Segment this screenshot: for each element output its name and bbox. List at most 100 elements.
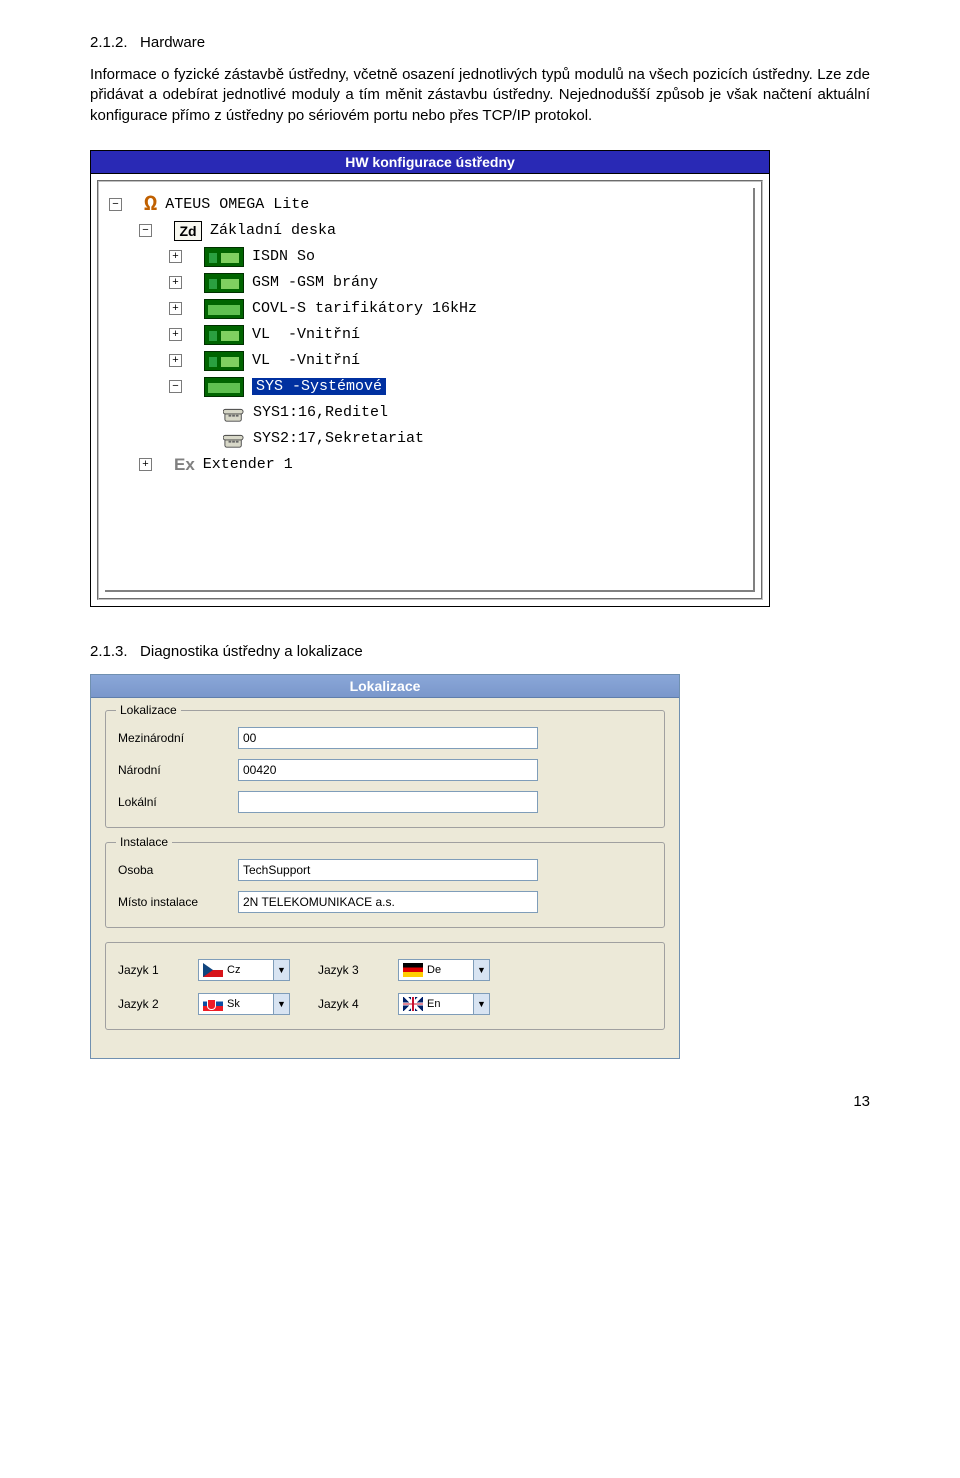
tree-row-module[interactable]: + COVL-S tarifikátory 16kHz (109, 296, 753, 322)
pcb-icon (204, 299, 244, 319)
form-row: Národní (118, 759, 652, 781)
window-body: − Ω ATEUS OMEGA Lite − Zd Základní deska… (97, 180, 763, 600)
tree-label: SYS2:17,Sekretariat (253, 430, 424, 447)
lang-item: Jazyk 2 Sk ▼ (118, 993, 290, 1015)
tree-row-root[interactable]: − Ω ATEUS OMEGA Lite (109, 192, 753, 218)
hw-tree: − Ω ATEUS OMEGA Lite − Zd Základní deska… (107, 192, 753, 478)
body-paragraph: Informace o fyzické zástavbě ústředny, v… (90, 65, 870, 126)
expand-icon[interactable]: + (169, 302, 182, 315)
field-label: Jazyk 2 (118, 997, 198, 1011)
window-title: HW konfigurace ústředny (91, 151, 769, 174)
tree-row-module[interactable]: + VL -Vnitřní (109, 322, 753, 348)
field-label: Lokální (118, 795, 238, 809)
pcb-icon (204, 247, 244, 267)
flag-icon (203, 997, 223, 1011)
language-select-3[interactable]: De ▼ (398, 959, 490, 981)
field-label: Jazyk 1 (118, 963, 198, 977)
field-label: Jazyk 3 (318, 963, 398, 977)
lang-code: En (427, 998, 473, 1010)
lang-code: De (427, 964, 473, 976)
tree-row-module[interactable]: + ISDN So (109, 244, 753, 270)
omega-icon: Ω (144, 192, 157, 217)
person-input[interactable] (238, 859, 538, 881)
collapse-icon[interactable]: − (139, 224, 152, 237)
lang-item: Jazyk 4 En ▼ (318, 993, 490, 1015)
phone-icon (223, 403, 245, 423)
expand-icon[interactable]: + (169, 354, 182, 367)
section-title: Diagnostika ústředny a lokalizace (140, 643, 363, 660)
collapse-icon[interactable]: − (169, 380, 182, 393)
tree-label-selected: SYS -Systémové (252, 378, 386, 395)
form-row: Místo instalace (118, 891, 652, 913)
expand-icon[interactable]: + (169, 276, 182, 289)
pcb-icon (204, 325, 244, 345)
section-heading: 2.1.3. Diagnostika ústředny a lokalizace (90, 643, 870, 660)
chevron-down-icon[interactable]: ▼ (273, 960, 289, 980)
tree-label: SYS1:16,Reditel (253, 404, 388, 421)
tree-row-module[interactable]: + VL -Vnitřní (109, 348, 753, 374)
tree-row-sys[interactable]: − SYS -Systémové (109, 374, 753, 400)
group-localization: Lokalizace Mezinárodní Národní Lokální (105, 710, 665, 828)
tree-row-board[interactable]: − Zd Základní deska (109, 218, 753, 244)
section-heading: 2.1.2. Hardware (90, 34, 870, 51)
pcb-icon (204, 273, 244, 293)
chevron-down-icon[interactable]: ▼ (273, 994, 289, 1014)
tree-row-extender[interactable]: + Ex Extender 1 (109, 452, 753, 478)
tree-row-extension[interactable]: SYS1:16,Reditel (109, 400, 753, 426)
form-row: Lokální (118, 791, 652, 813)
field-label: Jazyk 4 (318, 997, 398, 1011)
page-number: 13 (90, 1093, 870, 1110)
field-label: Místo instalace (118, 895, 238, 909)
lang-item: Jazyk 3 De ▼ (318, 959, 490, 981)
tree-label: Základní deska (210, 222, 336, 239)
hw-config-window: HW konfigurace ústředny − Ω ATEUS OMEGA … (90, 150, 770, 607)
group-label: Lokalizace (116, 703, 181, 717)
form-row: Osoba (118, 859, 652, 881)
flag-icon (403, 963, 423, 977)
expand-icon[interactable]: + (169, 250, 182, 263)
tree-label: ATEUS OMEGA Lite (165, 196, 309, 213)
window-title: Lokalizace (91, 675, 679, 698)
extender-icon: Ex (174, 455, 195, 475)
language-select-2[interactable]: Sk ▼ (198, 993, 290, 1015)
install-place-input[interactable] (238, 891, 538, 913)
tree-row-extension[interactable]: SYS2:17,Sekretariat (109, 426, 753, 452)
tree-label: COVL-S tarifikátory 16kHz (252, 300, 477, 317)
section-number: 2.1.2. (90, 34, 128, 51)
chevron-down-icon[interactable]: ▼ (473, 960, 489, 980)
window-body: Lokalizace Mezinárodní Národní Lokální I… (91, 698, 679, 1058)
field-label: Mezinárodní (118, 731, 238, 745)
international-input[interactable] (238, 727, 538, 749)
national-input[interactable] (238, 759, 538, 781)
tree-label: VL -Vnitřní (252, 326, 360, 343)
pcb-icon (204, 351, 244, 371)
localization-window: Lokalizace Lokalizace Mezinárodní Národn… (90, 674, 680, 1059)
tree-label: GSM -GSM brány (252, 274, 378, 291)
chevron-down-icon[interactable]: ▼ (473, 994, 489, 1014)
form-row: Mezinárodní (118, 727, 652, 749)
field-label: Národní (118, 763, 238, 777)
tree-label: VL -Vnitřní (252, 352, 360, 369)
language-select-4[interactable]: En ▼ (398, 993, 490, 1015)
group-languages: Jazyk 1 Cz ▼ Jazyk 3 De ▼ (105, 942, 665, 1030)
language-select-1[interactable]: Cz ▼ (198, 959, 290, 981)
expand-icon[interactable]: + (169, 328, 182, 341)
phone-icon (223, 429, 245, 449)
tree-row-module[interactable]: + GSM -GSM brány (109, 270, 753, 296)
section-title: Hardware (140, 34, 205, 51)
lang-code: Sk (227, 998, 273, 1010)
lang-code: Cz (227, 964, 273, 976)
tree-label: Extender 1 (203, 456, 293, 473)
zd-icon: Zd (174, 221, 202, 241)
local-input[interactable] (238, 791, 538, 813)
collapse-icon[interactable]: − (109, 198, 122, 211)
tree-label: ISDN So (252, 248, 315, 265)
section-number: 2.1.3. (90, 643, 128, 660)
expand-icon[interactable]: + (139, 458, 152, 471)
group-installation: Instalace Osoba Místo instalace (105, 842, 665, 928)
pcb-icon (204, 377, 244, 397)
field-label: Osoba (118, 863, 238, 877)
flag-icon (203, 963, 223, 977)
lang-item: Jazyk 1 Cz ▼ (118, 959, 290, 981)
group-label: Instalace (116, 835, 172, 849)
